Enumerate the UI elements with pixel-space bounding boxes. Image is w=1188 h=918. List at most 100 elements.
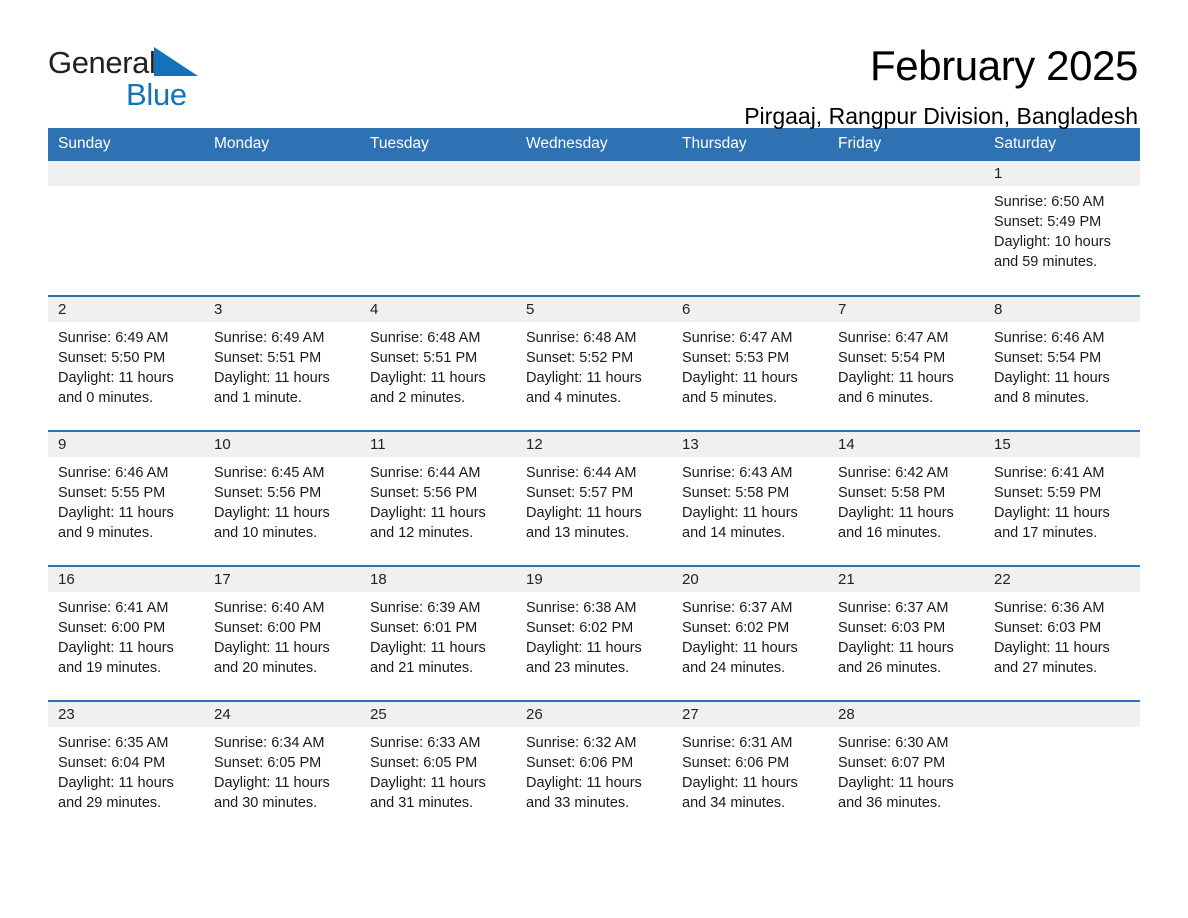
calendar-day-cell[interactable]: 1 Sunrise: 6:50 AM Sunset: 5:49 PM Daylight… (984, 161, 1140, 296)
day-cell-inner (984, 702, 1140, 836)
sunrise-time: Sunrise: 6:47 AM (838, 330, 949, 346)
daylight-duration: Daylight: 11 hours and 31 minutes. (370, 775, 486, 811)
calendar-day-cell[interactable]: 10 Sunrise: 6:45 AM Sunset: 5:56 PM Dayligh… (204, 430, 360, 566)
day-number: 19 (516, 567, 672, 592)
day-details: Sunrise: 6:32 AM Sunset: 6:06 PM Daylight:… (516, 727, 672, 813)
day-number: 16 (48, 567, 204, 592)
daylight-duration: Daylight: 11 hours and 16 minutes. (838, 505, 954, 541)
calendar-day-cell[interactable]: 4 Sunrise: 6:48 AM Sunset: 5:51 PM Daylight… (360, 295, 516, 431)
weekday-header-thursday: Thursday (672, 128, 828, 161)
day-details: Sunrise: 6:45 AM Sunset: 5:56 PM Daylight:… (204, 457, 360, 543)
title-block: February 2025 Pirgaaj, Rangpur Division,… (744, 43, 1140, 130)
day-number: 4 (360, 297, 516, 322)
weekday-header-tuesday: Tuesday (360, 128, 516, 161)
calendar-day-cell[interactable]: 14 Sunrise: 6:42 AM Sunset: 5:58 PM Dayligh… (828, 430, 984, 566)
daylight-duration: Daylight: 11 hours and 34 minutes. (682, 775, 798, 811)
sunset-time: Sunset: 5:56 PM (370, 485, 478, 501)
calendar-day-cell[interactable]: 5 Sunrise: 6:48 AM Sunset: 5:52 PM Daylight… (516, 295, 672, 431)
calendar-week-row: 2 Sunrise: 6:49 AM Sunset: 5:50 PM Daylight… (48, 295, 1140, 431)
day-cell-inner: 21 Sunrise: 6:37 AM Sunset: 6:03 PM Dayligh… (828, 567, 984, 700)
sunset-time: Sunset: 5:57 PM (526, 485, 634, 501)
calendar-day-cell[interactable]: 26 Sunrise: 6:32 AM Sunset: 6:06 PM Dayligh… (516, 700, 672, 836)
sunset-time: Sunset: 5:50 PM (58, 350, 166, 366)
day-details: Sunrise: 6:36 AM Sunset: 6:03 PM Daylight:… (984, 592, 1140, 678)
calendar-week-row: 9 Sunrise: 6:46 AM Sunset: 5:55 PM Daylight… (48, 430, 1140, 566)
calendar-day-cell[interactable]: 22 Sunrise: 6:36 AM Sunset: 6:03 PM Dayligh… (984, 565, 1140, 701)
calendar-day-cell[interactable]: 2 Sunrise: 6:49 AM Sunset: 5:50 PM Daylight… (48, 295, 204, 431)
sunrise-time: Sunrise: 6:44 AM (526, 465, 637, 481)
day-cell-inner: 18 Sunrise: 6:39 AM Sunset: 6:01 PM Dayligh… (360, 567, 516, 700)
sunrise-time: Sunrise: 6:36 AM (994, 600, 1105, 616)
day-details: Sunrise: 6:35 AM Sunset: 6:04 PM Daylight:… (48, 727, 204, 813)
calendar-day-cell-empty (984, 700, 1140, 836)
sunrise-time: Sunrise: 6:35 AM (58, 735, 169, 751)
daylight-duration: Daylight: 11 hours and 24 minutes. (682, 640, 798, 676)
day-number: 6 (672, 297, 828, 322)
day-number: 1 (984, 161, 1140, 186)
sunset-time: Sunset: 6:06 PM (682, 755, 790, 771)
daylight-duration: Daylight: 11 hours and 1 minute. (214, 370, 330, 406)
daylight-duration: Daylight: 11 hours and 29 minutes. (58, 775, 174, 811)
sunrise-time: Sunrise: 6:49 AM (58, 330, 169, 346)
day-number: 8 (984, 297, 1140, 322)
day-details: Sunrise: 6:48 AM Sunset: 5:52 PM Daylight:… (516, 322, 672, 408)
day-cell-inner: 25 Sunrise: 6:33 AM Sunset: 6:05 PM Dayligh… (360, 702, 516, 836)
day-details: Sunrise: 6:38 AM Sunset: 6:02 PM Daylight:… (516, 592, 672, 678)
calendar-day-cell[interactable]: 25 Sunrise: 6:33 AM Sunset: 6:05 PM Dayligh… (360, 700, 516, 836)
sunrise-time: Sunrise: 6:48 AM (526, 330, 637, 346)
day-cell-inner: 22 Sunrise: 6:36 AM Sunset: 6:03 PM Dayligh… (984, 567, 1140, 700)
sunset-time: Sunset: 6:01 PM (370, 620, 478, 636)
sunset-time: Sunset: 6:05 PM (370, 755, 478, 771)
calendar-day-cell[interactable]: 13 Sunrise: 6:43 AM Sunset: 5:58 PM Dayligh… (672, 430, 828, 566)
sunset-time: Sunset: 6:02 PM (526, 620, 634, 636)
day-cell-inner: 2 Sunrise: 6:49 AM Sunset: 5:50 PM Daylight… (48, 297, 204, 430)
sunrise-time: Sunrise: 6:48 AM (370, 330, 481, 346)
sunrise-time: Sunrise: 6:39 AM (370, 600, 481, 616)
sunset-time: Sunset: 5:58 PM (838, 485, 946, 501)
calendar-day-cell[interactable]: 18 Sunrise: 6:39 AM Sunset: 6:01 PM Dayligh… (360, 565, 516, 701)
sunset-time: Sunset: 5:49 PM (994, 214, 1102, 230)
calendar-day-cell[interactable]: 3 Sunrise: 6:49 AM Sunset: 5:51 PM Daylight… (204, 295, 360, 431)
calendar-day-cell[interactable]: 9 Sunrise: 6:46 AM Sunset: 5:55 PM Daylight… (48, 430, 204, 566)
calendar-day-cell[interactable]: 6 Sunrise: 6:47 AM Sunset: 5:53 PM Daylight… (672, 295, 828, 431)
sunset-time: Sunset: 6:00 PM (214, 620, 322, 636)
day-cell-inner: 24 Sunrise: 6:34 AM Sunset: 6:05 PM Dayligh… (204, 702, 360, 836)
sunrise-time: Sunrise: 6:40 AM (214, 600, 325, 616)
calendar-day-cell[interactable]: 7 Sunrise: 6:47 AM Sunset: 5:54 PM Daylight… (828, 295, 984, 431)
daylight-duration: Daylight: 10 hours and 59 minutes. (994, 234, 1111, 270)
day-number: 13 (672, 432, 828, 457)
sunrise-time: Sunrise: 6:50 AM (994, 194, 1105, 210)
day-details: Sunrise: 6:49 AM Sunset: 5:50 PM Daylight:… (48, 322, 204, 408)
day-cell-inner: 3 Sunrise: 6:49 AM Sunset: 5:51 PM Daylight… (204, 297, 360, 430)
daylight-duration: Daylight: 11 hours and 20 minutes. (214, 640, 330, 676)
calendar-day-cell[interactable]: 28 Sunrise: 6:30 AM Sunset: 6:07 PM Dayligh… (828, 700, 984, 836)
daylight-duration: Daylight: 11 hours and 6 minutes. (838, 370, 954, 406)
logo-text-general: General (48, 45, 156, 80)
calendar-day-cell[interactable]: 15 Sunrise: 6:41 AM Sunset: 5:59 PM Dayligh… (984, 430, 1140, 566)
triangle-flag-icon (153, 47, 198, 76)
sunrise-time: Sunrise: 6:49 AM (214, 330, 325, 346)
day-cell-inner (516, 161, 672, 295)
day-details: Sunrise: 6:46 AM Sunset: 5:54 PM Daylight:… (984, 322, 1140, 408)
weekday-header-saturday: Saturday (984, 128, 1140, 161)
calendar-day-cell[interactable]: 20 Sunrise: 6:37 AM Sunset: 6:02 PM Dayligh… (672, 565, 828, 701)
weekday-header-wednesday: Wednesday (516, 128, 672, 161)
calendar-day-cell[interactable]: 27 Sunrise: 6:31 AM Sunset: 6:06 PM Dayligh… (672, 700, 828, 836)
day-details: Sunrise: 6:33 AM Sunset: 6:05 PM Daylight:… (360, 727, 516, 813)
location-subtitle: Pirgaaj, Rangpur Division, Bangladesh (744, 103, 1138, 130)
calendar-day-cell[interactable]: 24 Sunrise: 6:34 AM Sunset: 6:05 PM Dayligh… (204, 700, 360, 836)
calendar-day-cell[interactable]: 11 Sunrise: 6:44 AM Sunset: 5:56 PM Dayligh… (360, 430, 516, 566)
calendar-day-cell[interactable]: 16 Sunrise: 6:41 AM Sunset: 6:00 PM Dayligh… (48, 565, 204, 701)
calendar-day-cell[interactable]: 12 Sunrise: 6:44 AM Sunset: 5:57 PM Dayligh… (516, 430, 672, 566)
calendar-day-cell[interactable]: 21 Sunrise: 6:37 AM Sunset: 6:03 PM Dayligh… (828, 565, 984, 701)
calendar-header-row: Sunday Monday Tuesday Wednesday Thursday Frid… (48, 128, 1140, 161)
day-number: 12 (516, 432, 672, 457)
daylight-duration: Daylight: 11 hours and 26 minutes. (838, 640, 954, 676)
calendar-day-cell[interactable]: 23 Sunrise: 6:35 AM Sunset: 6:04 PM Dayligh… (48, 700, 204, 836)
day-cell-inner (204, 161, 360, 295)
day-number: 17 (204, 567, 360, 592)
calendar-day-cell[interactable]: 19 Sunrise: 6:38 AM Sunset: 6:02 PM Dayligh… (516, 565, 672, 701)
calendar-day-cell[interactable]: 17 Sunrise: 6:40 AM Sunset: 6:00 PM Dayligh… (204, 565, 360, 701)
day-number: 7 (828, 297, 984, 322)
calendar-day-cell[interactable]: 8 Sunrise: 6:46 AM Sunset: 5:54 PM Daylight… (984, 295, 1140, 431)
